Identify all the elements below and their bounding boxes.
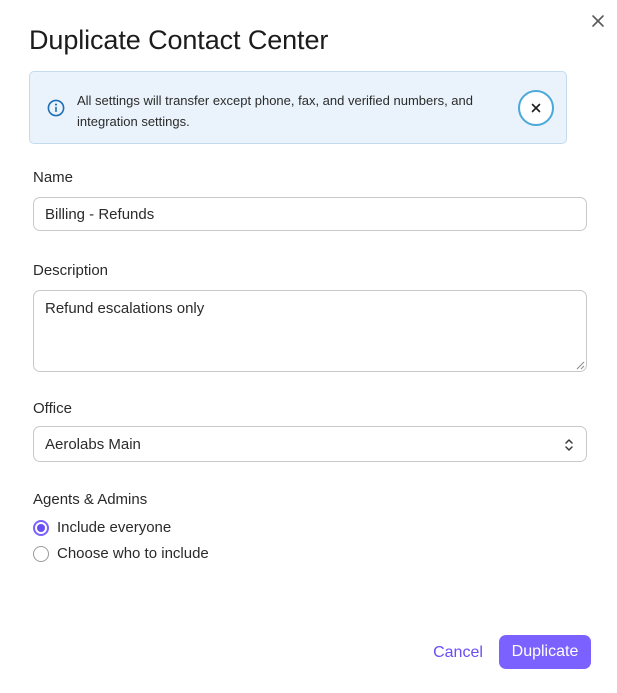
cancel-button[interactable]: Cancel bbox=[425, 636, 491, 669]
close-dialog-button[interactable] bbox=[588, 11, 608, 31]
close-icon bbox=[592, 15, 604, 27]
info-icon bbox=[47, 99, 65, 117]
radio-include-everyone[interactable]: Include everyone bbox=[33, 519, 171, 536]
description-textarea[interactable]: Refund escalations only bbox=[33, 290, 587, 372]
radio-choose-who[interactable]: Choose who to include bbox=[33, 545, 209, 562]
dismiss-banner-button[interactable] bbox=[518, 90, 554, 126]
name-label: Name bbox=[33, 169, 74, 186]
resize-handle-icon[interactable] bbox=[575, 360, 585, 370]
office-select[interactable]: Aerolabs Main bbox=[33, 426, 587, 462]
name-input[interactable] bbox=[33, 197, 587, 231]
agents-admins-label: Agents & Admins bbox=[33, 491, 148, 508]
radio-button-unchecked[interactable] bbox=[33, 545, 49, 562]
office-selected-value: Aerolabs Main bbox=[45, 435, 141, 453]
banner-message: All settings will transfer except phone,… bbox=[77, 93, 473, 129]
radio-label: Choose who to include bbox=[57, 545, 209, 562]
description-label: Description bbox=[33, 262, 109, 279]
info-banner: All settings will transfer except phone,… bbox=[29, 71, 567, 144]
dialog-title: Duplicate Contact Center bbox=[29, 25, 329, 55]
office-label: Office bbox=[33, 400, 72, 417]
radio-label: Include everyone bbox=[57, 519, 172, 536]
close-icon bbox=[531, 103, 541, 113]
chevron-up-down-icon bbox=[565, 439, 573, 451]
radio-button-checked[interactable] bbox=[33, 519, 49, 536]
duplicate-button[interactable]: Duplicate bbox=[499, 635, 591, 669]
